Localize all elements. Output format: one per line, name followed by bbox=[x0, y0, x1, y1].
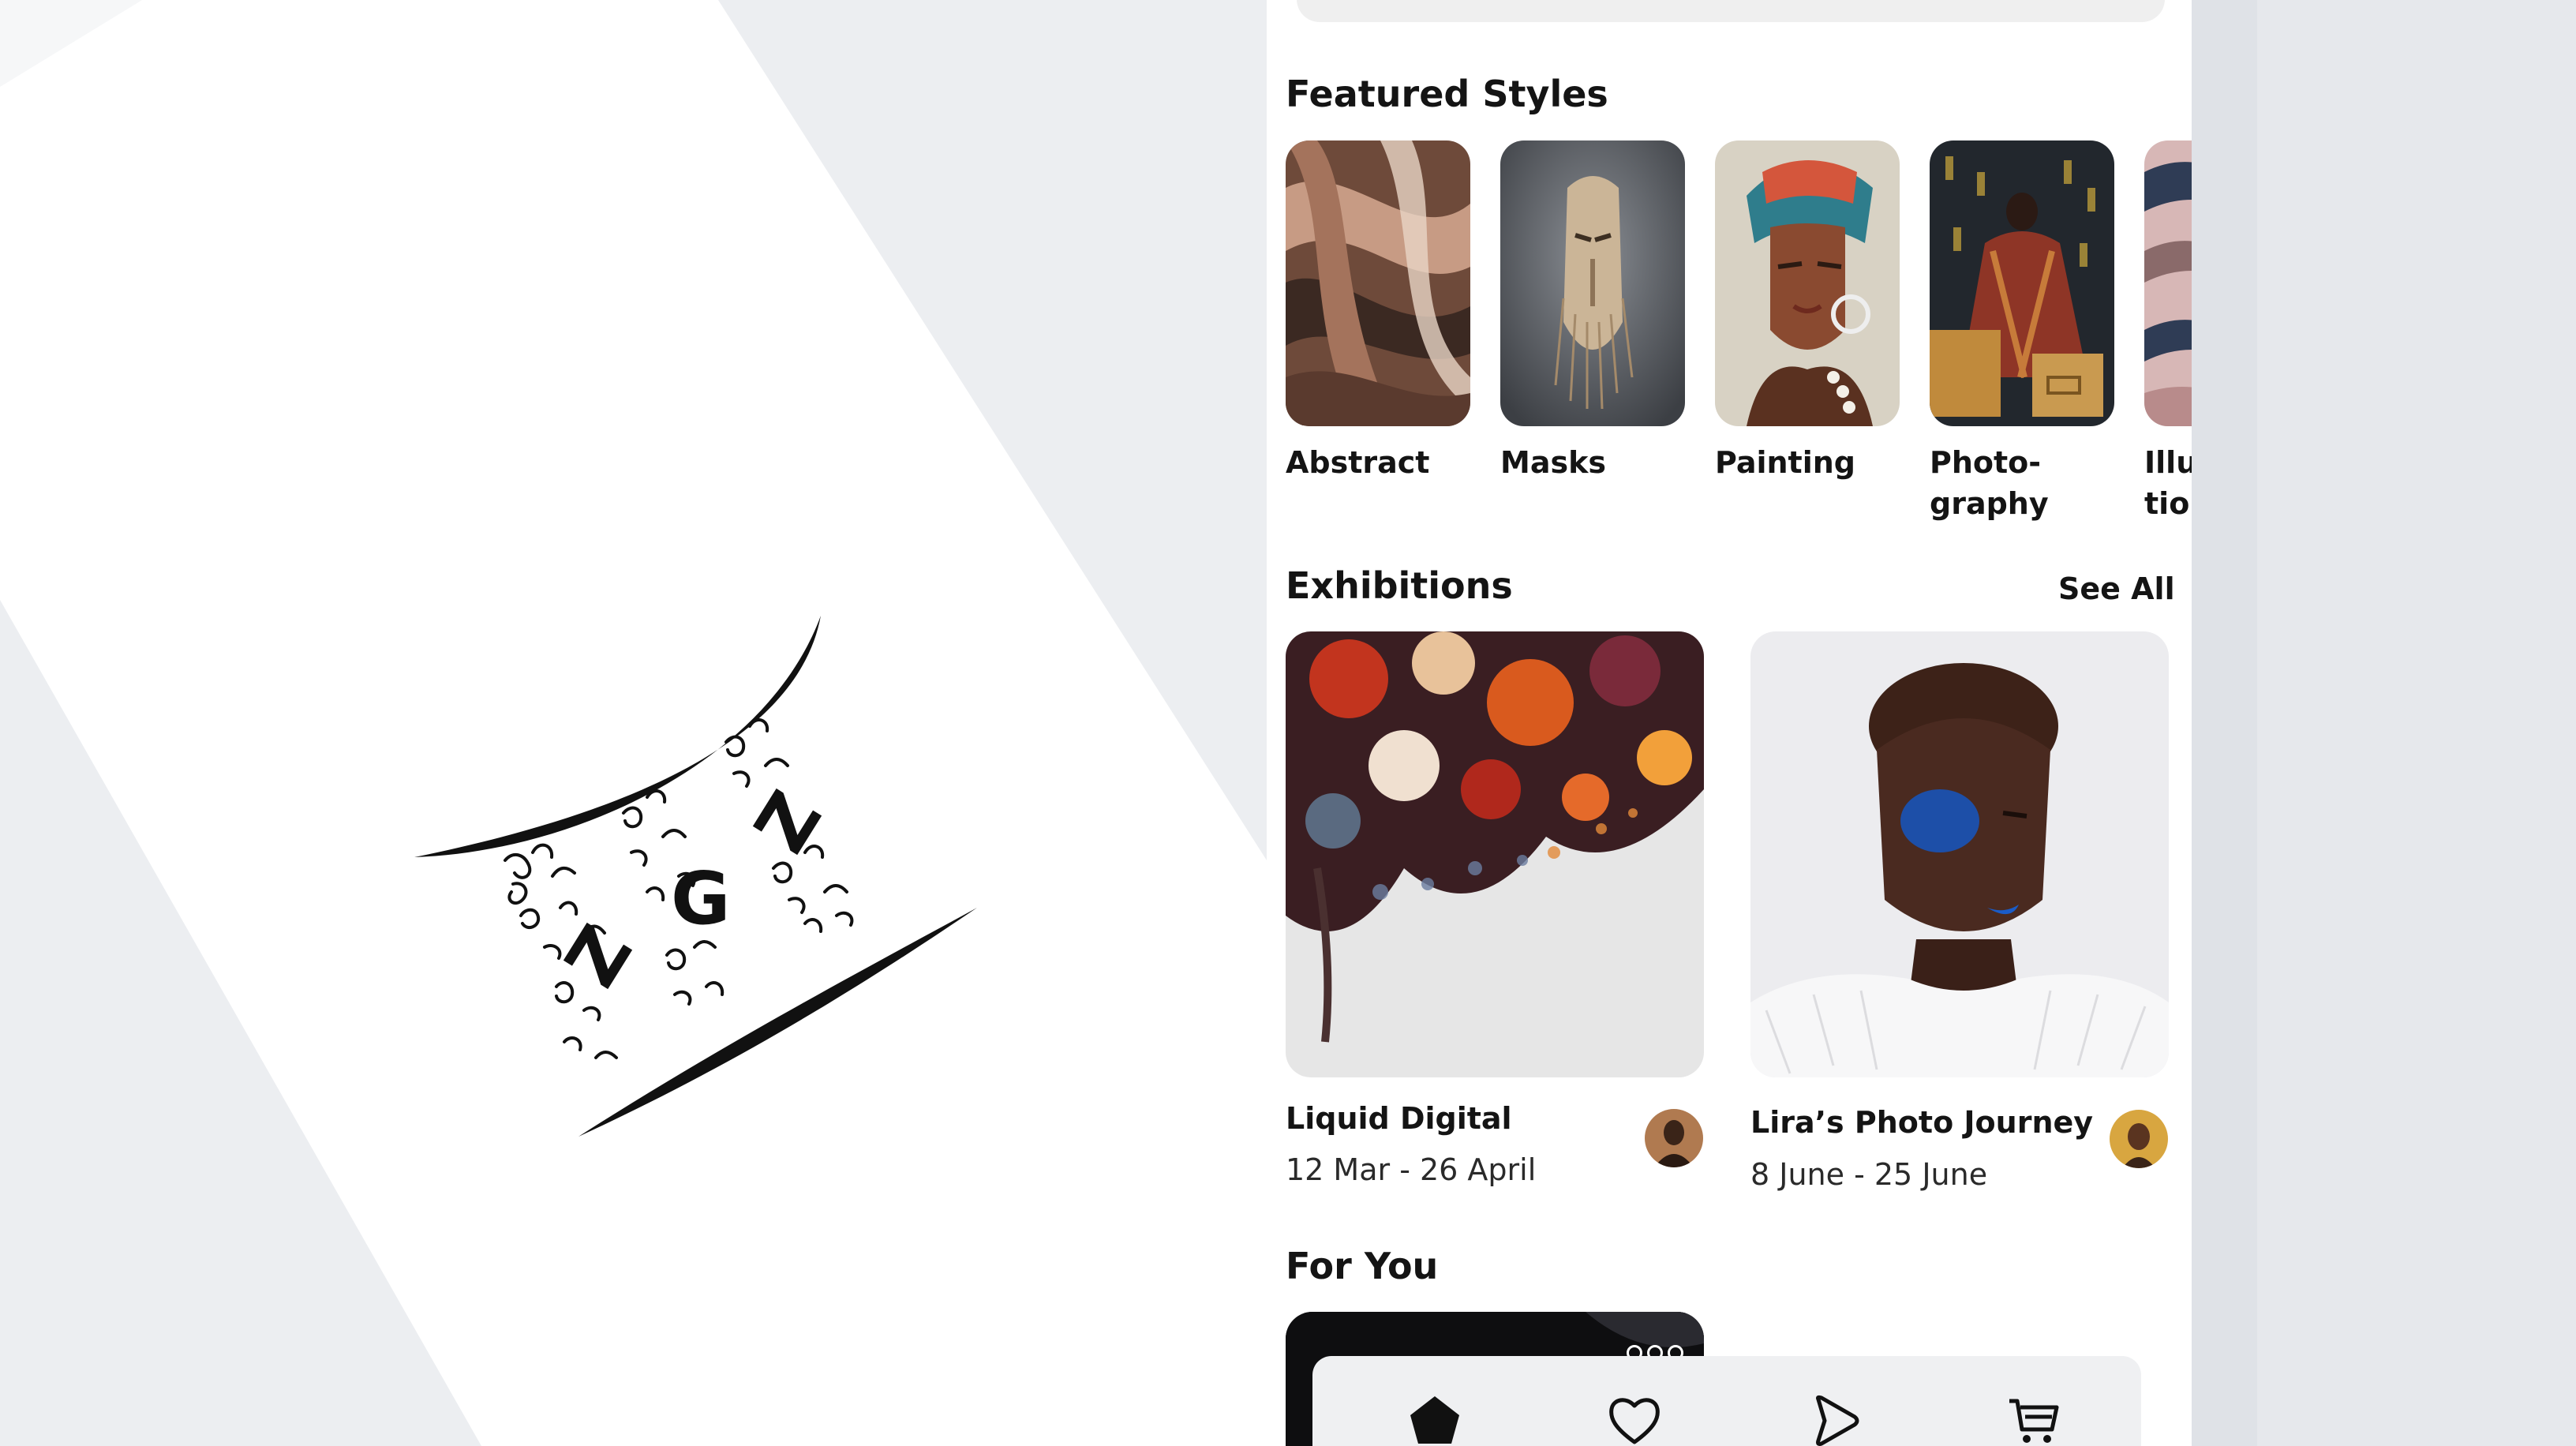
bottom-tab-bar bbox=[1312, 1356, 2141, 1446]
featured-styles-row: Abstract Masks Painting Photo- graphy Il… bbox=[1286, 140, 2192, 535]
exhibitions-title: Exhibitions bbox=[1286, 564, 1513, 607]
zgz-logo: Z G Z bbox=[395, 616, 994, 1152]
exhibition-dates-2: 8 June - 25 June bbox=[1750, 1157, 1988, 1192]
for-you-title: For You bbox=[1286, 1245, 1439, 1287]
style-label-photography: Photo- graphy bbox=[1930, 445, 2049, 521]
blue-makeup-portrait-image bbox=[1750, 631, 2169, 1077]
home-icon[interactable] bbox=[1403, 1389, 1466, 1446]
abstract-swirl-image bbox=[1286, 140, 1470, 426]
style-card-masks[interactable]: Masks bbox=[1500, 140, 1685, 483]
portrait-painting-image bbox=[1715, 140, 1900, 426]
photographer-avatar[interactable] bbox=[2110, 1110, 2168, 1168]
logo-letter-z1: Z bbox=[549, 912, 649, 1001]
style-card-abstract[interactable]: Abstract bbox=[1286, 140, 1470, 483]
phone-screen: Featured Styles Abstract Masks Painting … bbox=[1267, 0, 2192, 1446]
exhibition-title-2: Lira’s Photo Journey bbox=[1750, 1105, 2094, 1140]
exhibition-dates-1: 12 Mar - 26 April bbox=[1286, 1152, 1537, 1187]
cart-icon[interactable] bbox=[2002, 1389, 2065, 1446]
see-all-link[interactable]: See All bbox=[2058, 571, 2175, 606]
fluid-art-image bbox=[1286, 631, 1704, 1077]
exhibition-card-liras-photo-journey[interactable] bbox=[1750, 631, 2169, 1077]
style-card-illustration[interactable]: Illus- tion bbox=[2144, 140, 2192, 524]
wooden-mask-image bbox=[1500, 140, 1685, 426]
style-card-painting[interactable]: Painting bbox=[1715, 140, 1900, 483]
style-card-photography[interactable]: Photo- graphy bbox=[1930, 140, 2114, 524]
search-bar[interactable] bbox=[1297, 0, 2165, 22]
fashion-photo-image bbox=[1930, 140, 2114, 426]
style-label-masks: Masks bbox=[1500, 445, 1606, 480]
style-label-illustration: Illus- tion bbox=[2144, 445, 2192, 521]
play-icon[interactable] bbox=[1803, 1389, 1866, 1446]
style-label-abstract: Abstract bbox=[1286, 445, 1430, 480]
calligraphic-hourglass-logo: Z G Z bbox=[414, 616, 977, 1137]
exhibition-card-liquid-digital[interactable] bbox=[1286, 631, 1704, 1077]
exhibition-title-1: Liquid Digital bbox=[1286, 1101, 1512, 1136]
style-label-painting: Painting bbox=[1715, 445, 1855, 480]
logo-letter-g: G bbox=[671, 856, 731, 941]
illustration-image bbox=[2144, 140, 2192, 426]
featured-styles-title: Featured Styles bbox=[1286, 73, 1608, 115]
heart-icon[interactable] bbox=[1603, 1389, 1666, 1446]
artist-avatar[interactable] bbox=[1645, 1109, 1703, 1167]
